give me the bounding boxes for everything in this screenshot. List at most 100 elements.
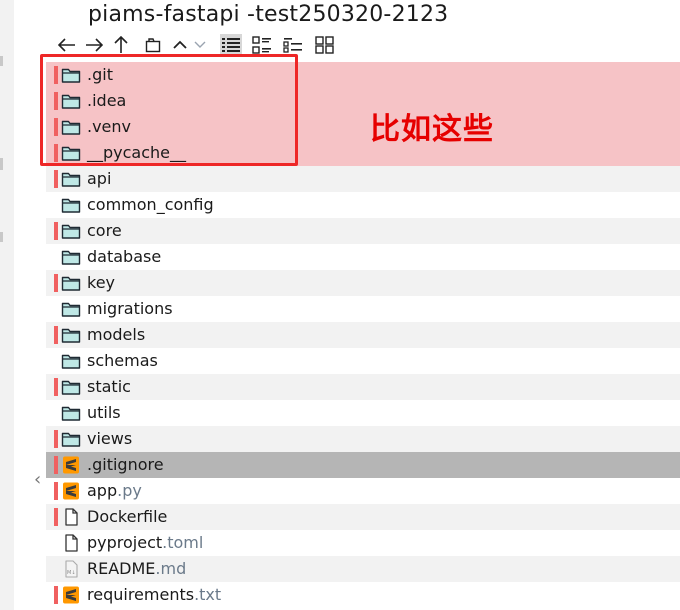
details-view-icon[interactable] [220,34,242,56]
file-base-name: .gitignore [87,455,164,474]
file-base-name: database [87,247,162,266]
file-base-name: utils [87,403,121,422]
file-row[interactable]: views [46,426,680,452]
vcs-status-marker [54,456,58,474]
annotation-text: 比如这些 [370,112,494,147]
left-pane-mark [0,232,3,242]
file-icon [61,508,81,526]
svg-text:M↓: M↓ [67,570,76,576]
file-name: pyproject.toml [87,533,203,553]
folder-icon [61,352,81,370]
markdown-file-icon: M↓ [61,560,81,578]
file-row[interactable]: migrations [46,296,680,322]
file-base-name: static [87,377,131,396]
file-base-name: core [87,221,122,240]
file-row[interactable]: requirements.txt [46,582,680,608]
vcs-status-marker [54,274,58,292]
left-pane-mark [0,158,3,170]
new-folder-icon[interactable] [142,34,164,56]
folder-icon [61,430,81,448]
file-extension: .py [117,481,142,500]
file-base-name: pyproject [87,533,163,552]
file-name: api [87,169,111,189]
file-base-name: models [87,325,146,344]
folder-icon [61,248,81,266]
file-extension: .toml [162,533,204,552]
file-name: utils [87,403,121,423]
file-name: models [87,325,145,345]
file-name: requirements.txt [87,585,221,605]
file-icon [61,534,81,552]
file-base-name: app [87,481,118,500]
file-row[interactable]: .gitignore [46,452,680,478]
file-row[interactable]: pyproject.toml [46,530,680,556]
folder-icon [61,378,81,396]
collapse-pane-chevron-icon[interactable]: ‹ [34,469,41,490]
folder-icon [61,404,81,422]
collapse-icon[interactable] [169,34,191,56]
file-name: common_config [87,195,214,215]
file-row[interactable]: static [46,374,680,400]
window-title: piams-fastapi -test250320-2123 [88,2,449,27]
file-name: migrations [87,299,173,319]
file-extension: .txt [194,585,222,604]
file-row[interactable]: app.py [46,478,680,504]
folder-icon [61,222,81,240]
file-row[interactable]: database [46,244,680,270]
forward-icon[interactable] [83,34,105,56]
file-base-name: common_config [87,195,214,214]
file-base-name: api [87,169,112,188]
file-name: core [87,221,122,241]
vcs-status-marker [54,586,58,604]
annotation-highlight-box [40,54,298,166]
file-base-name: schemas [87,351,158,370]
vcs-status-marker [54,170,58,188]
file-name: views [87,429,132,449]
back-icon[interactable] [56,34,78,56]
list-view-icon[interactable] [251,34,273,56]
file-name: app.py [87,481,142,501]
file-row[interactable]: Dockerfile [46,504,680,530]
file-base-name: Dockerfile [87,507,168,526]
tiles-view-icon[interactable] [282,34,304,56]
vcs-status-marker [54,430,58,448]
grid-view-icon[interactable] [314,34,336,56]
folder-icon [61,170,81,188]
vcs-status-marker [54,508,58,526]
file-name: .gitignore [87,455,164,475]
file-row[interactable]: core [46,218,680,244]
file-row[interactable]: schemas [46,348,680,374]
left-pane-edge [0,0,14,610]
sublime-file-icon [61,456,81,474]
folder-icon [61,326,81,344]
file-name: key [87,273,115,293]
file-row[interactable]: api [46,166,680,192]
vcs-status-marker [54,482,58,500]
file-row[interactable]: M↓ README.md [46,556,680,582]
file-base-name: README [87,559,156,578]
file-base-name: views [87,429,133,448]
folder-icon [61,196,81,214]
file-row[interactable]: key [46,270,680,296]
vcs-status-marker [54,326,58,344]
up-icon[interactable] [110,34,132,56]
sublime-file-icon [61,482,81,500]
file-row[interactable]: utils [46,400,680,426]
vcs-status-marker [54,560,58,578]
file-row[interactable]: models [46,322,680,348]
left-pane-mark [0,56,3,66]
expand-icon[interactable] [189,34,211,56]
folder-icon [61,274,81,292]
file-base-name: requirements [87,585,195,604]
file-name: schemas [87,351,158,371]
vcs-status-marker [54,378,58,396]
file-extension: .md [155,559,187,578]
file-name: README.md [87,559,186,579]
file-name: Dockerfile [87,507,167,527]
file-base-name: migrations [87,299,173,318]
file-base-name: key [87,273,116,292]
sublime-file-icon [61,586,81,604]
file-name: static [87,377,131,397]
file-row[interactable]: common_config [46,192,680,218]
file-name: database [87,247,161,267]
